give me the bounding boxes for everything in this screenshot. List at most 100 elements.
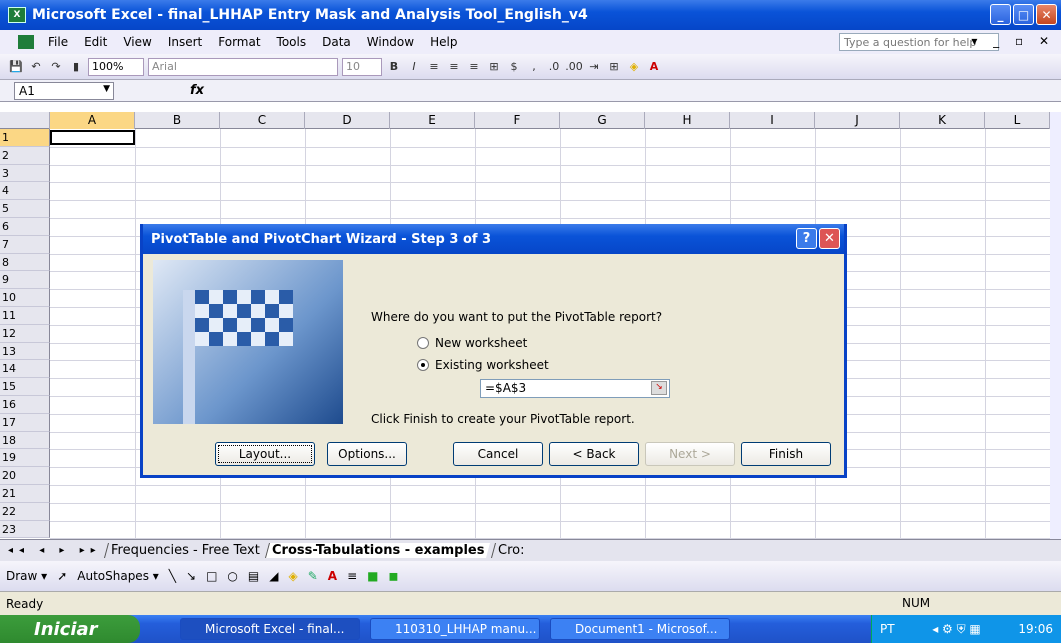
menu-tools[interactable]: Tools bbox=[269, 35, 315, 49]
align-left-icon[interactable]: ≡ bbox=[426, 59, 442, 75]
draw-menu[interactable]: Draw ▾ bbox=[6, 569, 47, 583]
start-button[interactable]: Iniciar bbox=[0, 615, 140, 643]
name-box[interactable]: A1 ▼ bbox=[14, 81, 114, 100]
back-button[interactable]: < Back bbox=[549, 442, 639, 466]
row-header[interactable]: 8 bbox=[0, 253, 50, 272]
autoshapes-menu[interactable]: AutoShapes ▾ bbox=[77, 569, 159, 583]
row-header[interactable]: 23 bbox=[0, 520, 50, 539]
wordart-icon[interactable]: ◢ bbox=[269, 569, 278, 583]
line-color-icon[interactable]: ✎ bbox=[308, 569, 318, 583]
row-header[interactable]: 18 bbox=[0, 431, 50, 450]
finish-button[interactable]: Finish bbox=[741, 442, 831, 466]
font-select[interactable]: Arial bbox=[148, 57, 338, 76]
fx-icon[interactable]: fx bbox=[190, 83, 204, 98]
vertical-scrollbar[interactable] bbox=[1050, 112, 1061, 539]
decrease-decimal-icon[interactable]: .00 bbox=[565, 59, 583, 75]
row-header[interactable]: 2 bbox=[0, 146, 50, 165]
tab-scroll-icons[interactable]: ◂◂ ◂ ▸ ▸▸ bbox=[8, 545, 102, 556]
column-header[interactable]: B bbox=[135, 112, 220, 129]
row-header[interactable]: 5 bbox=[0, 200, 50, 218]
column-header[interactable]: G bbox=[560, 112, 645, 129]
menu-insert[interactable]: Insert bbox=[160, 35, 210, 49]
minimize-button[interactable]: _ bbox=[990, 4, 1011, 25]
row-header[interactable]: 1 bbox=[0, 129, 50, 147]
oval-icon[interactable]: ○ bbox=[227, 569, 237, 583]
task-word-manual[interactable]: 110310_LHHAP manu... bbox=[370, 618, 540, 640]
cell-reference-input[interactable]: =$A$3 ↘ bbox=[480, 379, 670, 398]
language-indicator[interactable]: PT bbox=[880, 622, 895, 636]
task-excel[interactable]: Microsoft Excel - final... bbox=[180, 618, 360, 640]
column-header[interactable]: C bbox=[220, 112, 305, 129]
radio-new-worksheet[interactable]: New worksheet bbox=[417, 336, 527, 350]
merge-center-icon[interactable]: ⊞ bbox=[486, 59, 502, 75]
menu-edit[interactable]: Edit bbox=[76, 35, 115, 49]
next-button[interactable]: Next > bbox=[645, 442, 735, 466]
align-right-icon[interactable]: ≡ bbox=[466, 59, 482, 75]
bold-icon[interactable]: B bbox=[386, 59, 402, 75]
doc-window-controls[interactable]: ▾ _ ▫ ✕ bbox=[971, 34, 1055, 48]
borders-icon[interactable]: ⊞ bbox=[606, 59, 622, 75]
menu-window[interactable]: Window bbox=[359, 35, 422, 49]
rectangle-icon[interactable]: □ bbox=[206, 569, 217, 583]
help-button[interactable]: ? bbox=[796, 228, 817, 249]
row-header[interactable]: 19 bbox=[0, 449, 50, 468]
line-style-icon[interactable]: ≡ bbox=[347, 569, 357, 583]
cancel-button[interactable]: Cancel bbox=[453, 442, 543, 466]
tray-icons[interactable]: ◂ ⚙ ⛨ ▦ bbox=[932, 622, 981, 637]
radio-existing-worksheet[interactable]: Existing worksheet bbox=[417, 358, 549, 372]
row-header[interactable]: 20 bbox=[0, 467, 50, 485]
align-center-icon[interactable]: ≡ bbox=[446, 59, 462, 75]
increase-decimal-icon[interactable]: .0 bbox=[546, 59, 562, 75]
undo-icon[interactable]: ↶ bbox=[28, 59, 44, 75]
currency-icon[interactable]: $ bbox=[506, 59, 522, 75]
maximize-button[interactable]: □ bbox=[1013, 4, 1034, 25]
save-icon[interactable]: 💾 bbox=[8, 59, 24, 75]
select-all-corner[interactable] bbox=[0, 112, 50, 129]
zoom-select[interactable]: 100% bbox=[88, 57, 144, 76]
arrow-icon[interactable]: ↘ bbox=[186, 569, 196, 583]
row-header[interactable]: 6 bbox=[0, 218, 50, 236]
column-header[interactable]: L bbox=[985, 112, 1050, 129]
column-header[interactable]: E bbox=[390, 112, 475, 129]
line-icon[interactable]: ╲ bbox=[169, 569, 176, 583]
fill-color-icon[interactable]: ◈ bbox=[626, 59, 642, 75]
menu-file[interactable]: File bbox=[40, 35, 76, 49]
menu-format[interactable]: Format bbox=[210, 35, 268, 49]
active-cell-a1[interactable] bbox=[50, 130, 135, 145]
row-header[interactable]: 21 bbox=[0, 485, 50, 503]
column-header[interactable]: J bbox=[815, 112, 900, 129]
row-header[interactable]: 3 bbox=[0, 164, 50, 183]
row-header[interactable]: 14 bbox=[0, 360, 50, 379]
menu-view[interactable]: View bbox=[115, 35, 159, 49]
column-header[interactable]: K bbox=[900, 112, 985, 129]
select-pointer-icon[interactable]: ➚ bbox=[57, 569, 67, 583]
font-color-icon[interactable]: A bbox=[328, 569, 337, 583]
tab-frequencies[interactable]: Frequencies - Free Text bbox=[103, 543, 266, 558]
comma-icon[interactable]: , bbox=[526, 59, 542, 75]
collapse-dialog-icon[interactable]: ↘ bbox=[651, 381, 667, 395]
layout-button[interactable]: Layout... bbox=[215, 442, 315, 466]
row-header[interactable]: 9 bbox=[0, 271, 50, 290]
close-button[interactable]: ✕ bbox=[1036, 4, 1057, 25]
options-button[interactable]: Options... bbox=[327, 442, 407, 466]
row-header[interactable]: 7 bbox=[0, 235, 50, 254]
row-header[interactable]: 4 bbox=[0, 182, 50, 201]
menu-data[interactable]: Data bbox=[314, 35, 359, 49]
fill-color-icon[interactable]: ◈ bbox=[288, 569, 297, 583]
indent-icon[interactable]: ⇥ bbox=[586, 59, 602, 75]
column-header[interactable]: I bbox=[730, 112, 815, 129]
shadow-icon[interactable]: ■ bbox=[367, 569, 378, 583]
task-document1[interactable]: Document1 - Microsof... bbox=[550, 618, 730, 640]
dialog-close-button[interactable]: ✕ bbox=[819, 228, 840, 249]
row-header[interactable]: 22 bbox=[0, 502, 50, 521]
row-header[interactable]: 10 bbox=[0, 289, 50, 307]
chart-icon[interactable]: ▮ bbox=[68, 59, 84, 75]
textbox-icon[interactable]: ▤ bbox=[248, 569, 259, 583]
row-header[interactable]: 15 bbox=[0, 378, 50, 396]
font-color-icon[interactable]: A bbox=[646, 59, 662, 75]
3d-icon[interactable]: ◼ bbox=[388, 569, 398, 583]
column-header[interactable]: H bbox=[645, 112, 730, 129]
italic-icon[interactable]: I bbox=[406, 59, 422, 75]
tab-cross-tabulations[interactable]: Cross-Tabulations - examples bbox=[265, 543, 491, 558]
row-header[interactable]: 17 bbox=[0, 413, 50, 432]
